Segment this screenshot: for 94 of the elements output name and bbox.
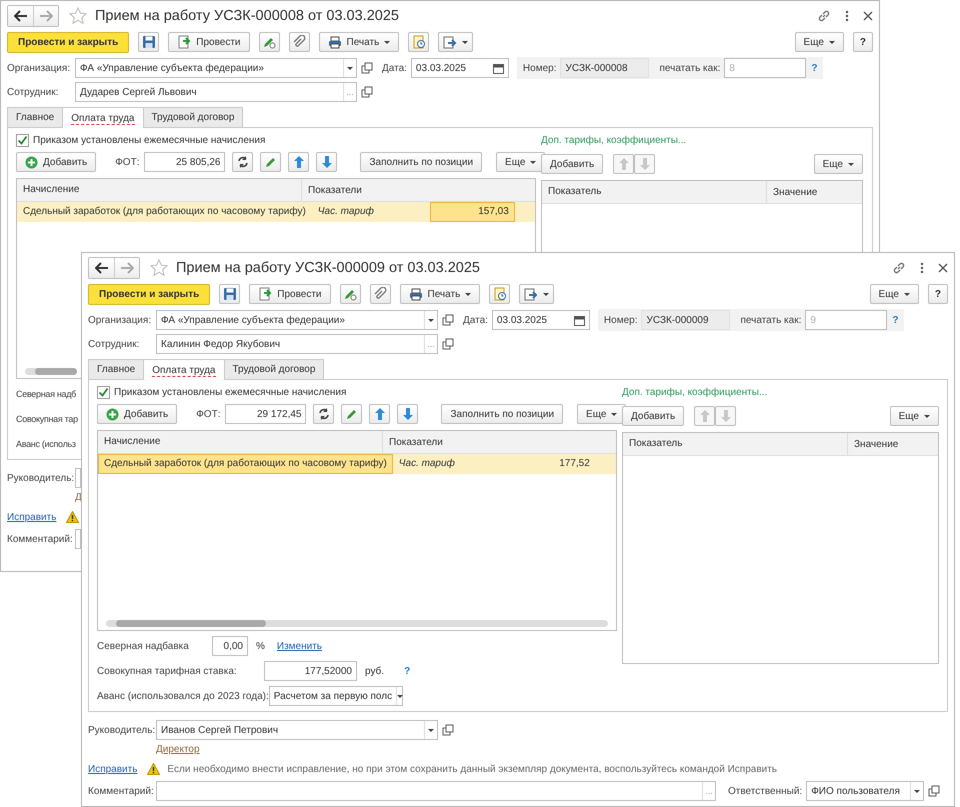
employee-label: Сотрудник:: [88, 338, 140, 350]
position-link[interactable]: Директор: [156, 744, 200, 754]
organization-field[interactable]: ФА «Управление субъекта федерации»: [75, 58, 357, 78]
column-header: Значение: [853, 438, 898, 450]
extra-rates-link[interactable]: Доп. тарифы, коэффициенты...: [622, 387, 939, 401]
checkbox-label: Приказом установлены ежемесячные начисления: [114, 386, 346, 398]
table-cell-text: Сдельный заработок (для работающих по часовому тарифу): [22, 205, 307, 219]
window-title: Прием на работу УСЗК-000009 от 03.03.2025: [176, 260, 480, 276]
northern-bonus-label: Северная надбавка: [97, 640, 190, 652]
column-header: Начисление: [17, 179, 302, 201]
post-and-close-button[interactable]: Провести и закрыть: [7, 32, 130, 52]
number-field: УСЗК-000009: [641, 310, 730, 330]
manager-label: Руководитель:: [7, 472, 75, 484]
fot-label: ФОТ:: [196, 408, 220, 420]
table-cell: 157,03: [430, 202, 515, 222]
window-title: Прием на работу УСЗК-000008 от 03.03.2025: [95, 8, 399, 24]
print-button[interactable]: Печать: [400, 284, 480, 304]
fix-link[interactable]: Исправить: [7, 512, 56, 522]
column-header: Показатель: [623, 433, 848, 455]
print-as-label: печатать как:: [659, 62, 720, 74]
employee-field[interactable]: Калинин Федор Якубович ...: [156, 334, 438, 354]
checkbox-label: Приказом установлены ежемесячные начисления: [33, 134, 266, 146]
responsible-label: Ответственный:: [728, 786, 802, 796]
organization-label: Организация:: [88, 314, 152, 326]
total-rate-label: Совокупная тарифная ставка:: [97, 666, 238, 676]
date-label: Дата:: [382, 62, 407, 74]
fill-button[interactable]: Заполнить по позиции: [441, 404, 564, 424]
northern-bonus-field[interactable]: 0,00: [212, 636, 248, 656]
help-link[interactable]: ?: [404, 666, 410, 676]
more-button[interactable]: Еще: [814, 154, 863, 174]
employee-label: Сотрудник:: [7, 86, 60, 98]
help-button[interactable]: ?: [928, 284, 948, 304]
responsible-field[interactable]: ФИО пользователя: [806, 781, 924, 801]
advance-label: Аванс (использовался до 2023 года):: [97, 690, 269, 702]
table-cell-text: Час. тариф: [398, 457, 456, 471]
post-and-close-button[interactable]: Провести и закрыть: [88, 284, 210, 304]
number-field: УСЗК-000008: [560, 58, 650, 78]
tab[interactable]: Трудовой договор: [142, 107, 244, 127]
tab[interactable]: Оплата труда: [143, 359, 224, 380]
add-button[interactable]: Добавить: [622, 406, 684, 426]
comment-label: Комментарий:: [7, 534, 74, 544]
extra-rates-link[interactable]: Доп. тарифы, коэффициенты...: [541, 135, 863, 149]
more-button[interactable]: Еще: [496, 152, 546, 172]
add-button[interactable]: Добавить: [97, 404, 178, 424]
northern-bonus-label: Северная надб: [16, 389, 76, 399]
number-label: Номер:: [522, 62, 556, 74]
print-button[interactable]: Печать: [318, 32, 400, 52]
help-button[interactable]: ?: [852, 32, 873, 52]
print-as-label: печатать как:: [740, 314, 802, 326]
more-button[interactable]: Еще: [577, 404, 626, 424]
tab[interactable]: Главное: [88, 359, 144, 379]
tab[interactable]: Оплата труда: [62, 107, 144, 128]
add-button[interactable]: Добавить: [16, 152, 96, 172]
column-header: Показатель: [542, 181, 767, 203]
percent-label: %: [256, 640, 265, 652]
table-cell-text: Час. тариф: [316, 205, 375, 219]
tab[interactable]: Трудовой договор: [224, 359, 324, 379]
fot-field[interactable]: 29 172,45: [225, 404, 306, 424]
manager-field[interactable]: Иванов Сергей Петрович: [156, 720, 438, 740]
table-row[interactable]: Сдельный заработок (для работающих по часовому тарифу) Час. тариф 177,52: [98, 454, 616, 474]
employee-field[interactable]: Дударев Сергей Львович ...: [75, 82, 357, 102]
table-cell-text: 177,52: [558, 457, 591, 471]
advance-label: Аванс (использ: [16, 439, 76, 449]
date-label: Дата:: [463, 314, 488, 326]
post-button[interactable]: Провести: [249, 284, 331, 304]
number-label: Номер:: [604, 314, 638, 326]
organization-field[interactable]: ФА «Управление субъекта федерации»: [156, 310, 438, 330]
column-header: Показатели: [388, 436, 443, 448]
fill-button[interactable]: Заполнить по позиции: [360, 152, 482, 172]
column-header: Значение: [772, 186, 818, 198]
currency-label: руб.: [365, 666, 384, 676]
table-row[interactable]: Сдельный заработок (для работающих по часовому тарифу) Час. тариф 157,03: [17, 202, 535, 222]
more-button[interactable]: Еще: [890, 406, 939, 426]
change-link[interactable]: Изменить: [276, 640, 322, 652]
column-header: Начисление: [98, 431, 383, 453]
column-header: Показатели: [307, 184, 362, 196]
fix-link[interactable]: Исправить: [88, 764, 138, 774]
comment-label: Комментарий:: [88, 786, 155, 796]
date-field[interactable]: 03.03.2025: [410, 58, 509, 78]
date-field[interactable]: 03.03.2025: [492, 310, 590, 330]
more-button[interactable]: Еще: [870, 284, 919, 304]
total-rate-field[interactable]: 177,52000: [264, 661, 357, 681]
post-button[interactable]: Провести: [168, 32, 250, 52]
table-cell: Сдельный заработок (для работающих по часовому тарифу): [98, 454, 393, 474]
warning-text: Если необходимо внести исправление, но при этом сохранить данный экземпляр документа, воспользуйтесь командой Исправить: [167, 764, 778, 774]
advance-field[interactable]: Расчетом за первую полс: [268, 686, 403, 706]
more-button[interactable]: Еще: [794, 32, 844, 52]
manager-label: Руководитель:: [88, 724, 156, 736]
total-rate-label: Совокупная тар: [16, 414, 78, 424]
organization-label: Организация:: [7, 62, 72, 74]
fot-field[interactable]: 25 805,26: [144, 152, 226, 172]
fot-label: ФОТ:: [115, 156, 140, 168]
tab[interactable]: Главное: [7, 107, 64, 127]
add-button[interactable]: Добавить: [541, 154, 604, 174]
